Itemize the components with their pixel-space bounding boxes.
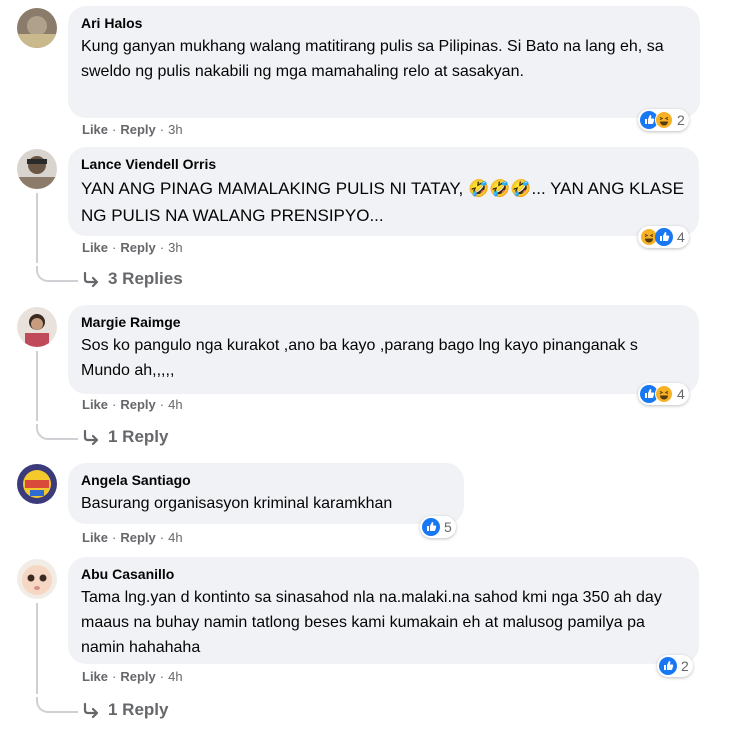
reply-button[interactable]: Reply [120,397,155,412]
reply-button[interactable]: Reply [120,530,155,545]
comment-text: Tama lng.yan d kontinto sa sinasahod nla… [81,589,662,656]
view-replies-link[interactable]: 1 Reply [82,427,168,447]
replies-count[interactable]: 1 Reply [108,427,168,447]
avatar[interactable] [17,464,57,504]
reactions-summary[interactable]: 4 [638,226,689,248]
like-button[interactable]: Like [82,122,108,137]
like-reaction-icon [659,657,677,675]
comment-text: YAN ANG PINAG MAMALAKING PULIS NI TATAY,… [81,179,684,225]
replies-count[interactable]: 1 Reply [108,700,168,720]
haha-reaction-icon [655,111,673,129]
reaction-count: 2 [681,658,689,674]
comment-time[interactable]: 3h [168,122,182,137]
reaction-count: 2 [677,112,685,128]
avatar[interactable] [17,8,57,48]
view-replies-link[interactable]: 3 Replies [82,269,183,289]
reaction-count: 4 [677,386,685,402]
reactions-summary[interactable]: 2 [638,109,689,131]
reply-arrow-icon [83,271,99,287]
avatar[interactable] [17,149,57,189]
avatar[interactable] [17,307,57,347]
thread-curve [36,266,78,282]
like-button[interactable]: Like [82,530,108,545]
comment-bubble: Lance Viendell Orris YAN ANG PINAG MAMAL… [68,147,699,236]
thread-line [36,351,38,421]
like-reaction-icon [422,518,440,536]
reaction-count: 4 [677,229,685,245]
avatar[interactable] [17,559,57,599]
comment-author[interactable]: Abu Casanillo [81,565,687,583]
like-button[interactable]: Like [82,240,108,255]
comment-author[interactable]: Lance Viendell Orris [81,155,687,173]
comment-text: Sos ko pangulo nga kurakot ,ano ba kayo … [81,337,638,379]
comment-actions: Like · Reply · 4h [82,397,183,412]
thread-curve [36,697,78,713]
reply-arrow-icon [83,702,99,718]
comment-time[interactable]: 4h [168,530,182,545]
view-replies-link[interactable]: 1 Reply [82,700,168,720]
reactions-summary[interactable]: 2 [657,655,693,677]
comment-time[interactable]: 4h [168,669,182,684]
comment-author[interactable]: Margie Raimge [81,313,687,331]
like-button[interactable]: Like [82,397,108,412]
comment-text: Kung ganyan mukhang walang matitirang pu… [81,38,664,80]
reactions-summary[interactable]: 4 [638,383,689,405]
comment-author[interactable]: Ari Halos [81,14,688,32]
like-button[interactable]: Like [82,669,108,684]
thread-curve [36,424,78,440]
comment-bubble: Abu Casanillo Tama lng.yan d kontinto sa… [68,557,699,664]
replies-count[interactable]: 3 Replies [108,269,183,289]
reactions-summary[interactable]: 5 [420,516,456,538]
comment-text: Basurang organisasyon kriminal karamkhan [81,495,393,512]
reaction-count: 5 [444,519,452,535]
comment-actions: Like · Reply · 3h [82,122,183,137]
comment-time[interactable]: 3h [168,240,182,255]
comment-actions: Like · Reply · 4h [82,530,183,545]
comment-author[interactable]: Angela Santiago [81,471,452,489]
thread-line [36,603,38,694]
reply-button[interactable]: Reply [120,122,155,137]
reply-arrow-icon [83,429,99,445]
comment-actions: Like · Reply · 4h [82,669,183,684]
comment-bubble: Ari Halos Kung ganyan mukhang walang mat… [68,6,700,118]
comment-actions: Like · Reply · 3h [82,240,183,255]
reply-button[interactable]: Reply [120,669,155,684]
comment-bubble: Angela Santiago Basurang organisasyon kr… [68,463,464,524]
reply-button[interactable]: Reply [120,240,155,255]
comment-bubble: Margie Raimge Sos ko pangulo nga kurakot… [68,305,699,394]
comment-time[interactable]: 4h [168,397,182,412]
like-reaction-icon [655,228,673,246]
thread-line [36,193,38,263]
haha-reaction-icon [655,385,673,403]
